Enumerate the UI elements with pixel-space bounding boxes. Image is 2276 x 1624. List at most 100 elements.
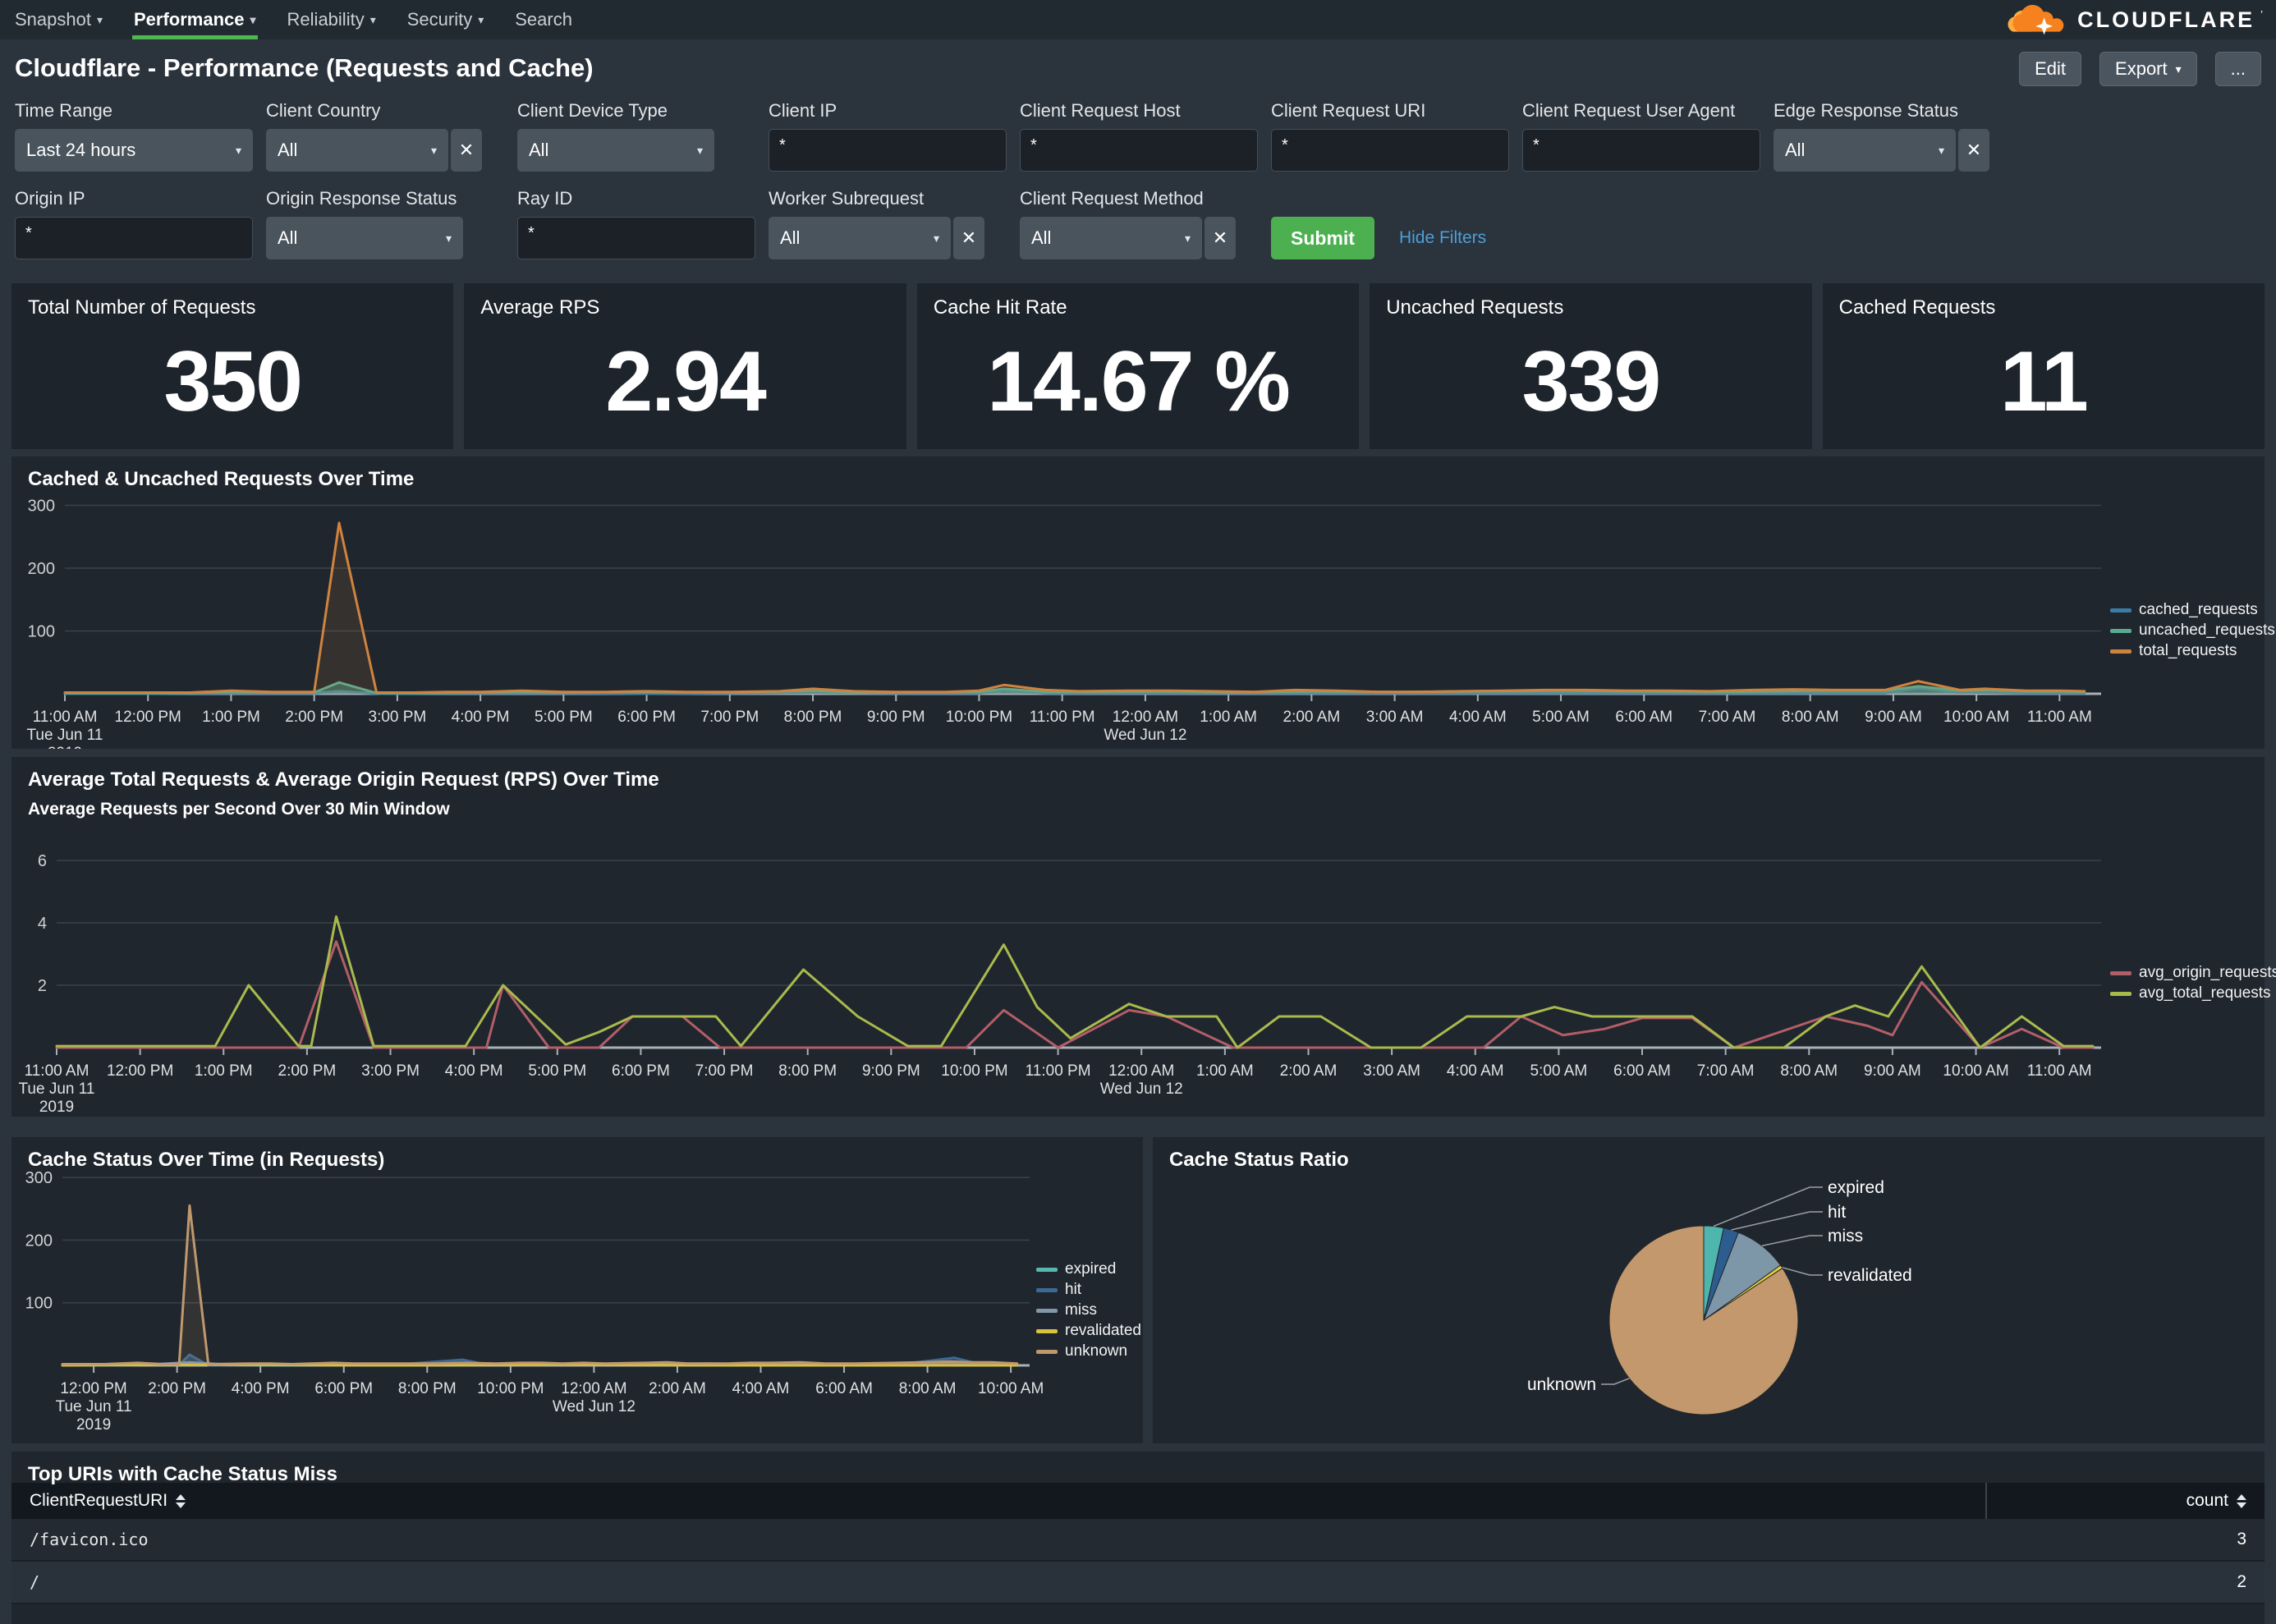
client-request-host-input[interactable]: * <box>1020 129 1258 172</box>
filter-row-1: Time Range Last 24 hours▾ Client Country… <box>15 100 2117 172</box>
submit-button[interactable]: Submit <box>1271 217 1374 259</box>
table-row: /favicon.ico 3 <box>11 1519 2265 1562</box>
nav-item-reliability[interactable]: Reliability▾ <box>287 0 376 39</box>
origin-response-status-select[interactable]: All▾ <box>266 217 463 259</box>
legend-item-total_requests[interactable]: total_requests <box>2110 642 2275 660</box>
filter-client-ip: Client IP * <box>769 100 1007 172</box>
svg-text:unknown: unknown <box>1527 1375 1596 1394</box>
filter-edge-response-status: Edge Response Status All▾✕ <box>1774 100 2012 172</box>
filter-client-request-host: Client Request Host * <box>1020 100 1258 172</box>
origin-ip-input[interactable]: * <box>15 217 253 259</box>
svg-text:revalidated: revalidated <box>1828 1266 1912 1285</box>
svg-text:200: 200 <box>25 1232 53 1250</box>
legend-label: cached_requests <box>2139 601 2258 619</box>
legend-label: unknown <box>1065 1342 1127 1360</box>
svg-text:1:00 AM: 1:00 AM <box>1200 709 1257 726</box>
legend-label: total_requests <box>2139 642 2237 660</box>
client-request-uri-input[interactable]: * <box>1271 129 1509 172</box>
svg-text:5:00 AM: 5:00 AM <box>1532 709 1590 726</box>
filter-time-range: Time Range Last 24 hours▾ <box>15 100 253 172</box>
metric-cards: Total Number of Requests 350 Average RPS… <box>11 283 2265 449</box>
legend-item-miss[interactable]: miss <box>1036 1301 1141 1319</box>
legend-item-avg_total_requests[interactable]: avg_total_requests <box>2110 984 2276 1002</box>
legend-swatch <box>2110 608 2131 612</box>
client-request-method-select[interactable]: All▾ <box>1020 217 1202 259</box>
legend-item-revalidated[interactable]: revalidated <box>1036 1322 1141 1340</box>
legend-item-cached_requests[interactable]: cached_requests <box>2110 601 2275 619</box>
svg-text:10:00 PM: 10:00 PM <box>477 1380 544 1397</box>
client-ip-input[interactable]: * <box>769 129 1007 172</box>
clear-client-request-method-button[interactable]: ✕ <box>1205 217 1236 259</box>
filter-client-request-uri: Client Request URI * <box>1271 100 1509 172</box>
filter-client-device-type: Client Device Type All▾ <box>517 100 755 172</box>
svg-text:5:00 AM: 5:00 AM <box>1530 1062 1588 1080</box>
nav-item-snapshot[interactable]: Snapshot▾ <box>15 0 103 39</box>
svg-text:2:00 PM: 2:00 PM <box>148 1380 206 1397</box>
sort-header-clientrequesturi[interactable]: ClientRequestURI <box>11 1491 1985 1511</box>
export-button[interactable]: Export ▾ <box>2099 52 2197 86</box>
filter-origin-ip: Origin IP * <box>15 188 253 259</box>
clear-client-country-button[interactable]: ✕ <box>451 129 482 172</box>
clear-worker-subrequest-button[interactable]: ✕ <box>953 217 984 259</box>
filter-actions: Submit Hide Filters <box>1271 188 1760 259</box>
chevron-down-icon: ▾ <box>1939 144 1944 158</box>
svg-text:2:00 AM: 2:00 AM <box>1283 709 1341 726</box>
legend-label: hit <box>1065 1281 1081 1299</box>
svg-text:6:00 PM: 6:00 PM <box>617 709 676 726</box>
legend-item-avg_origin_requests[interactable]: avg_origin_requests <box>2110 964 2276 982</box>
hide-filters-link[interactable]: Hide Filters <box>1399 228 1486 248</box>
requests-over-time-chart: 10020030011:00 AMTue Jun 11201912:00 PM1… <box>11 456 2265 749</box>
svg-text:9:00 AM: 9:00 AM <box>1864 1062 1921 1080</box>
more-options-button[interactable]: ... <box>2215 52 2261 86</box>
svg-text:6:00 PM: 6:00 PM <box>612 1062 670 1080</box>
chevron-down-icon: ▾ <box>697 144 703 158</box>
filter-client-country: Client Country All▾✕ <box>266 100 504 172</box>
metric-value: 2.94 <box>480 319 889 436</box>
top-nav: Snapshot▾ Performance▾ Reliability▾ Secu… <box>0 0 2276 39</box>
edit-button[interactable]: Edit <box>2019 52 2081 86</box>
legend-label: miss <box>1065 1301 1097 1319</box>
svg-text:5:00 PM: 5:00 PM <box>528 1062 586 1080</box>
metric-value: 350 <box>28 319 437 436</box>
svg-text:miss: miss <box>1828 1227 1863 1246</box>
svg-text:300: 300 <box>25 1169 53 1187</box>
svg-text:10:00 AM: 10:00 AM <box>978 1380 1044 1397</box>
nav-item-security[interactable]: Security▾ <box>407 0 484 39</box>
svg-text:200: 200 <box>28 560 55 578</box>
clear-edge-response-status-button[interactable]: ✕ <box>1958 129 1989 172</box>
svg-text:1:00 AM: 1:00 AM <box>1196 1062 1254 1080</box>
chart-subtitle: Average Requests per Second Over 30 Min … <box>28 800 450 819</box>
svg-text:2:00 PM: 2:00 PM <box>285 709 343 726</box>
time-range-select[interactable]: Last 24 hours▾ <box>15 129 253 172</box>
legend-item-expired[interactable]: expired <box>1036 1260 1141 1278</box>
svg-text:1:00 PM: 1:00 PM <box>195 1062 253 1080</box>
svg-text:Wed Jun 12: Wed Jun 12 <box>553 1398 636 1415</box>
filter-ray-id: Ray ID * <box>517 188 755 259</box>
cloudflare-logo: CLOUDFLARE ’ <box>2002 0 2263 39</box>
svg-text:11:00 PM: 11:00 PM <box>1026 1062 1091 1080</box>
nav-item-performance[interactable]: Performance▾ <box>134 0 256 39</box>
legend-item-unknown[interactable]: unknown <box>1036 1342 1141 1360</box>
svg-text:300: 300 <box>28 498 55 516</box>
cache-status-legend: expired hit miss revalidated unknown <box>1036 1260 1141 1360</box>
svg-text:6:00 PM: 6:00 PM <box>314 1380 373 1397</box>
table-row: / 2 <box>11 1562 2265 1604</box>
chart-title: Cached & Uncached Requests Over Time <box>28 468 414 491</box>
uri-cell: /favicon.ico <box>11 1530 1985 1549</box>
svg-text:2019: 2019 <box>48 745 82 749</box>
client-device-type-select[interactable]: All▾ <box>517 129 714 172</box>
edge-response-status-select[interactable]: All▾ <box>1774 129 1956 172</box>
client-request-user-agent-input[interactable]: * <box>1522 129 1760 172</box>
panel-requests-over-time: Cached & Uncached Requests Over Time 100… <box>11 456 2265 749</box>
svg-text:8:00 PM: 8:00 PM <box>784 709 842 726</box>
sort-header-count[interactable]: count <box>1985 1483 2265 1519</box>
worker-subrequest-select[interactable]: All▾ <box>769 217 951 259</box>
nav-item-search[interactable]: Search <box>515 0 572 39</box>
metric-cache-hit-rate: Cache Hit Rate 14.67 % <box>917 283 1359 449</box>
svg-text:Wed Jun 12: Wed Jun 12 <box>1104 727 1186 744</box>
legend-item-uncached_requests[interactable]: uncached_requests <box>2110 622 2275 640</box>
svg-text:expired: expired <box>1828 1178 1884 1197</box>
ray-id-input[interactable]: * <box>517 217 755 259</box>
legend-item-hit[interactable]: hit <box>1036 1281 1141 1299</box>
client-country-select[interactable]: All▾ <box>266 129 448 172</box>
